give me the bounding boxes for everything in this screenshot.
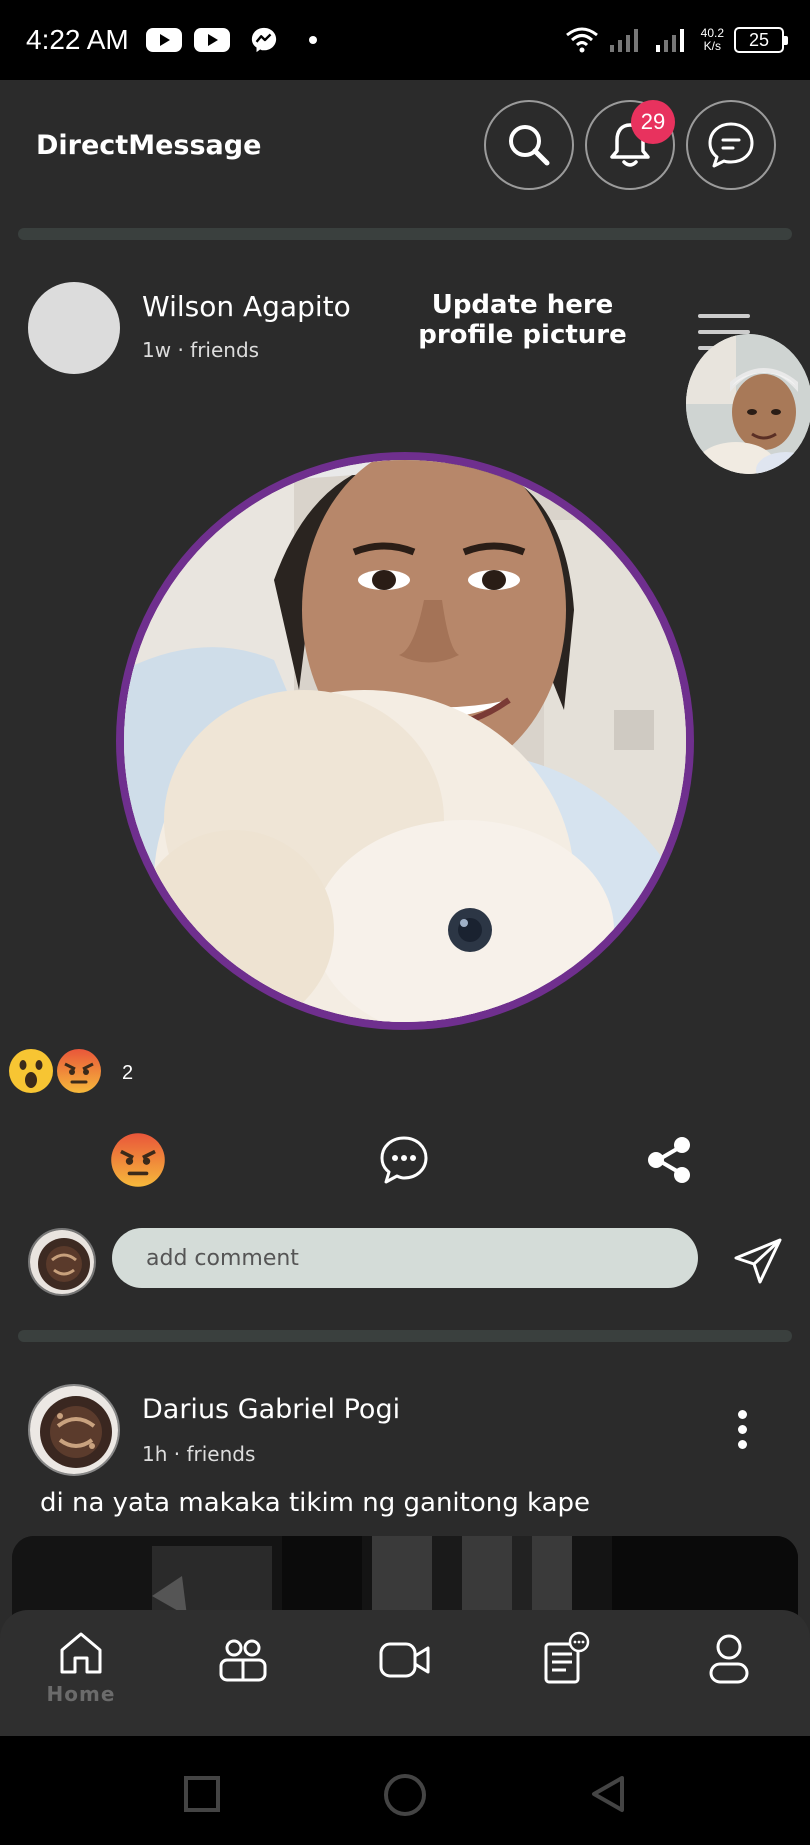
wow-emoji-icon [9, 1049, 53, 1093]
notification-dot [309, 36, 317, 44]
messenger-icon [251, 27, 277, 53]
app-title: DirectMessage [36, 130, 262, 161]
profile-photo[interactable] [124, 460, 686, 1022]
chat-icon [708, 122, 754, 168]
news-icon [544, 1631, 590, 1684]
post-more-button[interactable] [730, 1410, 754, 1454]
nav-friends[interactable] [198, 1636, 288, 1726]
youtube-icon [146, 28, 182, 52]
angry-emoji-icon [57, 1049, 101, 1093]
battery-indicator: 25 [734, 27, 788, 53]
recent-apps-button[interactable] [182, 1774, 222, 1814]
wifi-icon [565, 27, 598, 53]
author-avatar[interactable] [28, 282, 120, 374]
send-button[interactable] [730, 1234, 786, 1288]
status-bar: 4:22 AM 40.2 K/s 25 [0, 0, 810, 80]
net-speed-unit: K/s [703, 39, 721, 53]
youtube-icon [194, 28, 230, 52]
author-avatar[interactable] [28, 1384, 120, 1476]
post-author[interactable]: Darius Gabriel Pogi [142, 1394, 400, 1425]
feed-divider [18, 1330, 792, 1342]
post-actions [0, 1130, 810, 1190]
signal-icon [655, 29, 684, 52]
post-image[interactable] [12, 1536, 798, 1616]
video-icon [379, 1642, 430, 1678]
notifications-button[interactable]: 29 [585, 100, 675, 190]
app-header: DirectMessage 29 [0, 80, 810, 210]
nav-video[interactable] [360, 1636, 450, 1726]
post-text: di na yata makaka tikim ng ganitong kape [40, 1488, 591, 1518]
nav-home[interactable]: Home [36, 1628, 126, 1718]
nav-news[interactable] [522, 1630, 612, 1720]
post-meta: 1h · friends [142, 1442, 256, 1466]
notification-badge: 29 [631, 100, 675, 144]
status-time: 4:22 AM [26, 24, 129, 55]
net-speed: 40.2 K/s [701, 27, 724, 53]
home-system-button[interactable] [382, 1772, 428, 1818]
home-icon [60, 1632, 102, 1674]
comment-button[interactable] [378, 1134, 430, 1186]
current-user-avatar [28, 1228, 96, 1296]
nav-profile[interactable] [684, 1632, 774, 1722]
angry-react-button[interactable] [110, 1132, 166, 1188]
signal-icon [609, 29, 638, 52]
update-profile-picture-text: Update here profile picture [418, 290, 627, 350]
back-system-button[interactable] [588, 1774, 628, 1814]
system-navigation-bar [0, 1736, 810, 1845]
nav-home-label: Home [46, 1682, 116, 1706]
status-right: 40.2 K/s 25 [565, 22, 788, 58]
friends-icon [219, 1639, 267, 1682]
post-author[interactable]: Wilson Agapito [142, 290, 351, 323]
profile-icon [709, 1634, 749, 1684]
messages-button[interactable] [686, 100, 776, 190]
feed-divider [18, 228, 792, 240]
share-button[interactable] [644, 1134, 696, 1186]
post-meta: 1w · friends [142, 338, 260, 362]
search-icon [509, 125, 550, 166]
reaction-count: 2 [122, 1062, 134, 1084]
search-button[interactable] [484, 100, 574, 190]
comment-input[interactable] [112, 1228, 698, 1288]
profile-photo-thumbnail[interactable] [686, 334, 810, 474]
bottom-navigation: Home [0, 1610, 810, 1736]
